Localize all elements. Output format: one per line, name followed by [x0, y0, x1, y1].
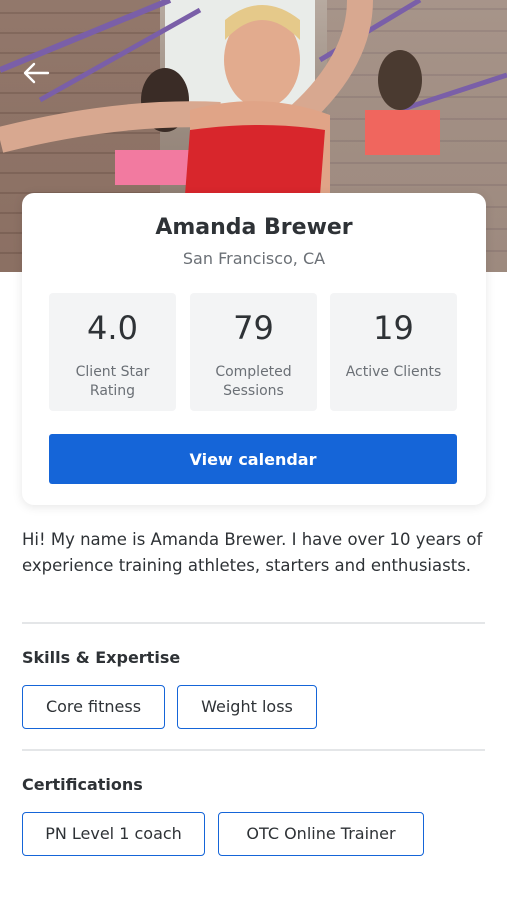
certifications-heading: Certifications: [22, 775, 143, 794]
skill-chip[interactable]: Core fitness: [22, 685, 165, 729]
stat-label: Completed Sessions: [215, 364, 292, 399]
stat-rating: 4.0 Client Star Rating: [49, 293, 176, 411]
stat-sessions: 79 Completed Sessions: [190, 293, 317, 411]
stat-clients: 19 Active Clients: [330, 293, 457, 411]
stat-label: Active Clients: [345, 364, 442, 380]
skill-chip[interactable]: Weight loss: [177, 685, 317, 729]
stat-value: 79: [233, 309, 274, 347]
arrow-left-icon: [23, 62, 50, 84]
certification-chip[interactable]: PN Level 1 coach: [22, 812, 205, 856]
stat-label: Client Star Rating: [75, 364, 150, 399]
back-button[interactable]: [20, 58, 54, 88]
stat-value: 4.0: [87, 309, 138, 347]
trainer-name: Amanda Brewer: [155, 215, 353, 240]
divider: [22, 749, 485, 751]
profile-card: Amanda Brewer San Francisco, CA 4.0 Clie…: [22, 193, 486, 505]
view-calendar-button[interactable]: View calendar: [49, 434, 457, 484]
bio-text: Hi! My name is Amanda Brewer. I have ove…: [22, 530, 483, 575]
divider: [22, 622, 485, 624]
stat-value: 19: [373, 309, 414, 347]
skills-heading: Skills & Expertise: [22, 648, 181, 667]
trainer-location: San Francisco, CA: [182, 249, 326, 268]
certification-chip[interactable]: OTC Online Trainer: [218, 812, 424, 856]
